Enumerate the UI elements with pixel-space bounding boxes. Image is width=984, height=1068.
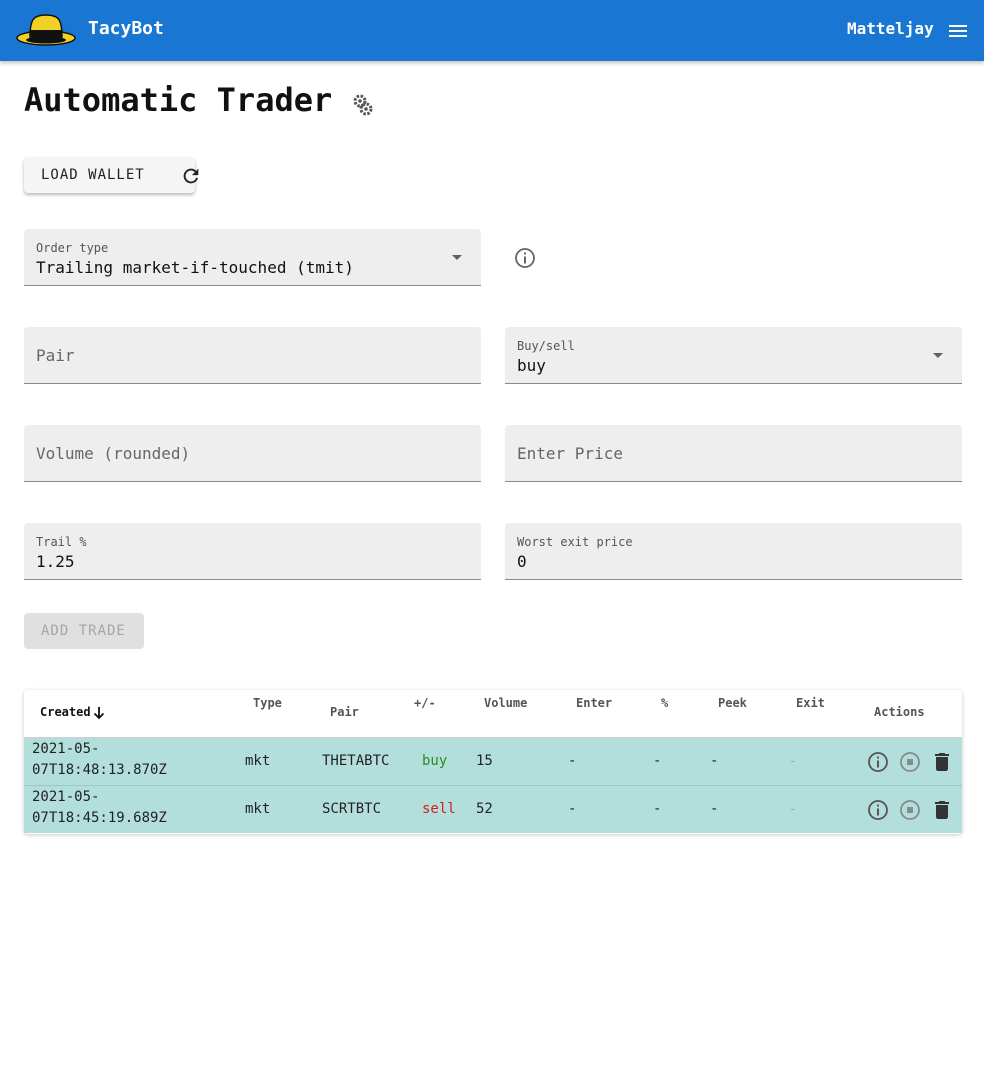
trades-table: Created Type Pair +/- Volume Enter % Pee… <box>24 690 962 834</box>
buy-sell-label: Buy/sell <box>517 339 575 353</box>
peek-cell: - <box>710 753 719 769</box>
header-created[interactable]: Created <box>40 705 91 719</box>
delete-icon[interactable] <box>930 750 954 774</box>
pair-placeholder: Pair <box>36 346 75 365</box>
load-wallet-label: LOAD WALLET <box>41 167 145 183</box>
app-title[interactable]: TacyBot <box>88 18 164 40</box>
app-bar: TacyBot Matteljay <box>0 0 984 61</box>
volume-cell: 15 <box>476 753 493 769</box>
dropdown-arrow-icon <box>452 255 462 260</box>
trail-label: Trail % <box>36 535 87 549</box>
created-time: 07T18:48:13.870Z <box>32 762 167 778</box>
created-cell: 2021-05- 07T18:48:13.870Z <box>32 739 182 781</box>
header-type[interactable]: Type <box>253 696 282 710</box>
enter-cell: - <box>568 753 577 769</box>
trail-percent-input[interactable]: Trail % 1.25 <box>24 523 481 580</box>
buy-sell-select[interactable]: Buy/sell buy <box>505 327 962 384</box>
add-trade-label: ADD TRADE <box>41 623 126 639</box>
worst-exit-price-input[interactable]: Worst exit price 0 <box>505 523 962 580</box>
stop-icon[interactable] <box>898 750 922 774</box>
gears-icon[interactable] <box>350 92 376 118</box>
refresh-icon <box>183 168 199 184</box>
exit-cell: - <box>789 802 797 816</box>
created-date: 2021-05- <box>32 741 100 757</box>
order-type-value: Trailing market-if-touched (tmit) <box>36 258 354 277</box>
exit-cell: - <box>789 754 797 768</box>
percent-cell: - <box>653 753 662 769</box>
worst-exit-value: 0 <box>517 552 527 571</box>
hat-logo-icon <box>16 14 76 46</box>
pair-cell: THETABTC <box>322 753 390 769</box>
username[interactable]: Matteljay <box>847 19 934 39</box>
header-volume[interactable]: Volume <box>484 696 527 710</box>
sort-arrow-down-icon[interactable] <box>91 705 107 721</box>
header-side[interactable]: +/- <box>414 696 436 710</box>
worst-exit-label: Worst exit price <box>517 535 633 549</box>
header-actions: Actions <box>874 705 925 719</box>
created-time: 07T18:45:19.689Z <box>32 810 167 826</box>
header-peek[interactable]: Peek <box>718 696 747 710</box>
header-exit[interactable]: Exit <box>796 696 825 710</box>
trail-value: 1.25 <box>36 552 75 571</box>
menu-icon[interactable] <box>946 19 970 43</box>
type-cell: mkt <box>245 801 271 817</box>
percent-cell: - <box>653 801 662 817</box>
table-row: 2021-05- 07T18:48:13.870Z mkt THETABTC b… <box>24 737 962 785</box>
type-cell: mkt <box>245 753 271 769</box>
buy-sell-value: buy <box>517 356 546 375</box>
volume-placeholder: Volume (rounded) <box>36 444 191 463</box>
load-wallet-button[interactable]: LOAD WALLET <box>24 157 199 193</box>
created-date: 2021-05- <box>32 789 100 805</box>
side-cell: sell <box>422 801 456 817</box>
header-percent[interactable]: % <box>661 696 668 710</box>
enter-price-placeholder: Enter Price <box>517 444 623 463</box>
dropdown-arrow-icon <box>933 353 943 358</box>
volume-cell: 52 <box>476 801 493 817</box>
delete-icon[interactable] <box>930 798 954 822</box>
volume-input[interactable]: Volume (rounded) <box>24 425 481 482</box>
info-icon[interactable] <box>866 798 890 822</box>
add-trade-button[interactable]: ADD TRADE <box>24 613 144 649</box>
page-title: Automatic Trader <box>24 81 333 119</box>
created-cell: 2021-05- 07T18:45:19.689Z <box>32 787 182 829</box>
peek-cell: - <box>710 801 719 817</box>
header-pair[interactable]: Pair <box>330 705 359 719</box>
info-icon[interactable] <box>866 750 890 774</box>
side-cell: buy <box>422 753 448 769</box>
stop-icon[interactable] <box>898 798 922 822</box>
header-enter[interactable]: Enter <box>576 696 612 710</box>
order-type-label: Order type <box>36 241 109 255</box>
enter-price-input[interactable]: Enter Price <box>505 425 962 482</box>
info-icon[interactable] <box>513 246 537 270</box>
table-row: 2021-05- 07T18:45:19.689Z mkt SCRTBTC se… <box>24 785 962 833</box>
enter-cell: - <box>568 801 577 817</box>
order-type-select[interactable]: Order type Trailing market-if-touched (t… <box>24 229 481 286</box>
pair-input[interactable]: Pair <box>24 327 481 384</box>
pair-cell: SCRTBTC <box>322 801 382 817</box>
